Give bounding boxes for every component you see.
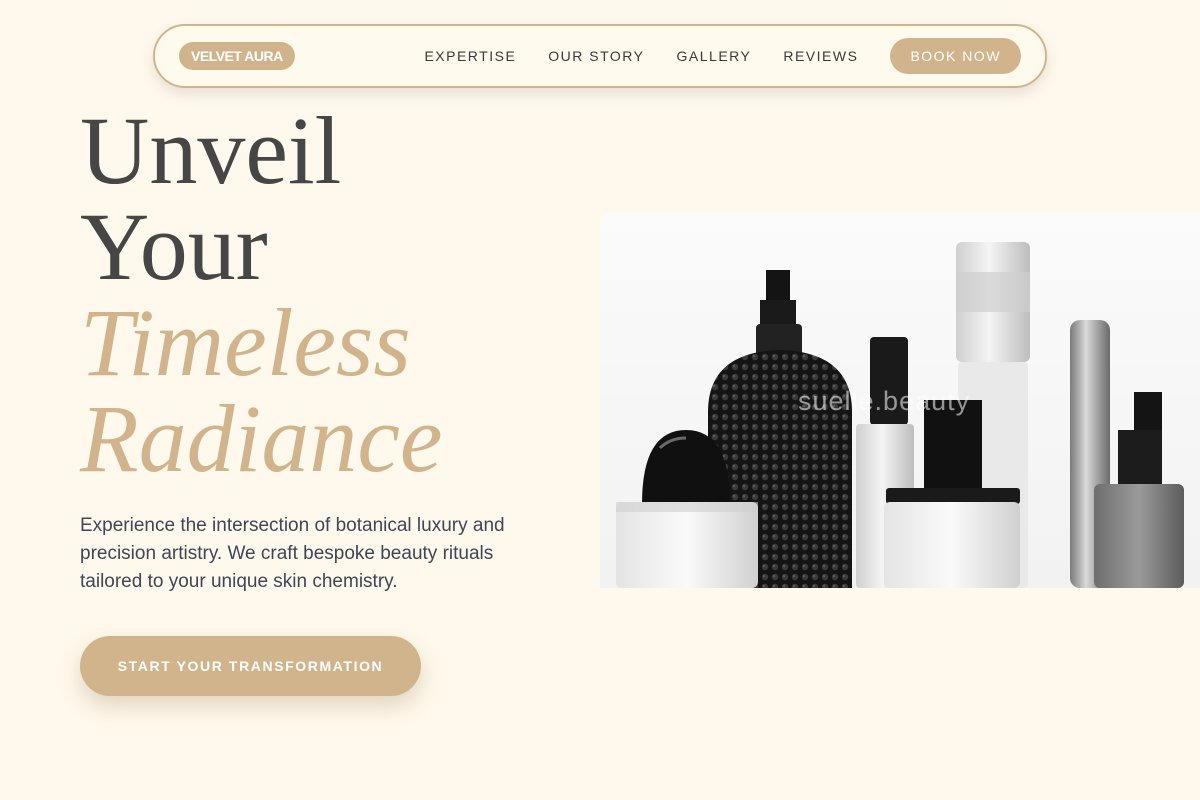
- hero-headline: Unveil Your Timeless Radiance: [80, 103, 443, 487]
- nav-link-gallery[interactable]: GALLERY: [677, 48, 752, 64]
- nav-links: EXPERTISE OUR STORY GALLERY REVIEWS BOOK…: [424, 38, 1021, 74]
- image-watermark: suelle.beauty: [798, 386, 971, 416]
- headline-line-3-accent: Timeless: [80, 289, 411, 396]
- brand-logo[interactable]: VELVET AURA: [179, 42, 295, 70]
- hero-description: Experience the intersection of botanical…: [80, 515, 505, 592]
- nav-link-expertise[interactable]: EXPERTISE: [424, 48, 516, 64]
- headline-line-1: Unveil: [80, 97, 342, 204]
- navbar: VELVET AURA EXPERTISE OUR STORY GALLERY …: [153, 24, 1047, 88]
- start-transformation-button[interactable]: START YOUR TRANSFORMATION: [80, 636, 421, 696]
- nav-link-reviews[interactable]: REVIEWS: [783, 48, 858, 64]
- headline-line-4-accent: Radiance: [80, 385, 443, 492]
- hero-product-image: suelle.beauty: [600, 212, 1200, 588]
- headline-line-2: Your: [80, 193, 268, 300]
- nav-link-our-story[interactable]: OUR STORY: [548, 48, 644, 64]
- book-now-button[interactable]: BOOK NOW: [890, 38, 1021, 74]
